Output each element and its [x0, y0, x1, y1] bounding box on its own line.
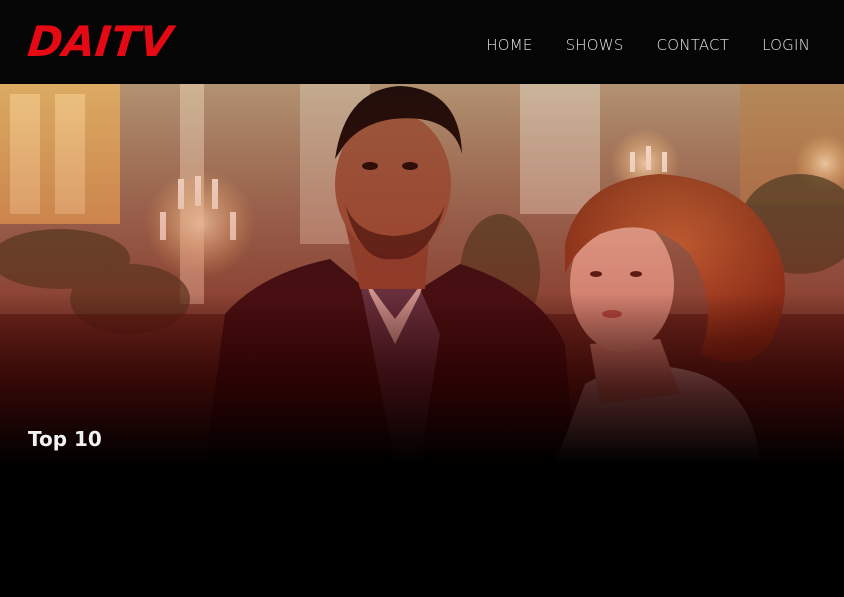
main-nav: HOME SHOWS CONTACT LOGIN: [486, 36, 810, 54]
nav-contact-link[interactable]: CONTACT: [657, 36, 730, 54]
nav-login-link[interactable]: LOGIN: [762, 36, 810, 54]
top-navbar: DAITV HOME SHOWS CONTACT LOGIN: [0, 0, 844, 84]
hero-banner[interactable]: Top 10: [0, 84, 844, 464]
content-area: [0, 464, 844, 597]
nav-home-link[interactable]: HOME: [486, 36, 532, 54]
daitv-logo[interactable]: DAITV: [25, 17, 174, 66]
hero-gradient-overlay: [0, 84, 844, 464]
nav-shows-link[interactable]: SHOWS: [566, 36, 624, 54]
hero-title: Top 10: [28, 427, 102, 451]
